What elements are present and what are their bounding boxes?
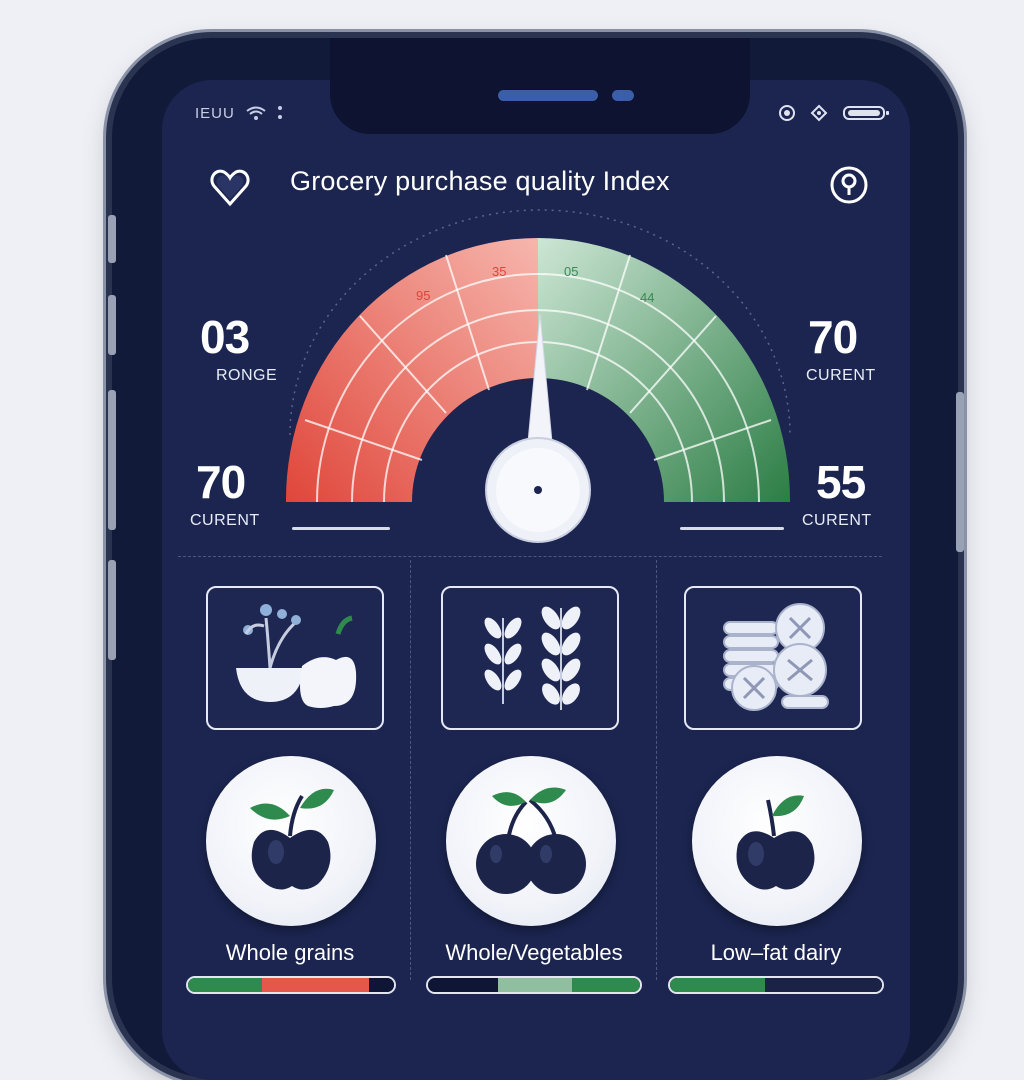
location-pin-icon[interactable] [828,164,870,206]
stat-value: 55 [816,456,866,508]
location-arrow-icon [810,104,828,122]
fruit-bowl-icon [236,604,357,708]
gauge-segment-label: 44 [640,290,654,305]
progress-segment [262,978,370,992]
divider-line [680,527,784,530]
progress-segment [369,978,394,992]
camera [612,90,634,101]
apple-icon [250,788,334,890]
page-title: Grocery purchase quality Index [290,166,670,196]
category-icon-circle[interactable] [446,756,616,926]
section-divider [178,556,882,557]
stat-value: 70 [196,456,246,508]
stat-label: CURENT [806,367,876,384]
stat-label: CURENT [190,512,260,529]
stat-value: 70 [808,311,858,363]
category-label: Whole grains [225,940,355,965]
progress-segment [670,978,766,992]
power-button [956,392,964,552]
category-progress-bar [186,976,396,994]
category-label: Whole/Vegetables [445,940,623,965]
category-tile-dairy[interactable] [684,586,862,730]
progress-segment [188,978,263,992]
status-bar-left: IEUU [195,104,283,122]
category-tile-grains[interactable] [441,586,619,730]
category-tile-fruits[interactable] [206,586,384,730]
category-icon-circle[interactable] [692,756,862,926]
progress-segment [497,978,573,992]
coins-icon [723,603,829,711]
progress-segment [572,978,640,992]
speaker [498,90,598,101]
category-label: Low–fat dairy [710,940,842,965]
side-button [108,295,116,355]
category-icon-circle[interactable] [206,756,376,926]
notch [330,38,750,134]
wifi-icon [246,106,266,120]
battery-icon [843,106,889,120]
category-progress-bar [668,976,884,994]
carrier-label: IEUU [195,104,235,122]
apple-icon [736,795,815,890]
stat-label: CURENT [802,512,872,529]
status-bar-right [778,104,890,122]
gauge-segment-label: 95 [416,288,430,303]
stat-label: RONGE [216,367,278,384]
column-divider [656,560,657,980]
record-icon [779,105,795,121]
progress-segment [428,978,498,992]
wheat-icon [484,606,581,710]
side-button [108,390,116,530]
cherries-icon [476,787,586,894]
more-dots-icon [277,106,282,119]
progress-segment [765,978,882,992]
heart-icon[interactable] [208,166,252,210]
side-button [108,215,116,263]
column-divider [410,560,411,980]
side-button [108,560,116,660]
gauge-segment-label: 05 [564,264,578,279]
gauge-segment-label: 35 [492,264,506,279]
category-progress-bar [426,976,642,994]
stat-value: 03 [200,311,250,363]
divider-line [292,527,390,530]
gauge-needle [485,313,591,543]
